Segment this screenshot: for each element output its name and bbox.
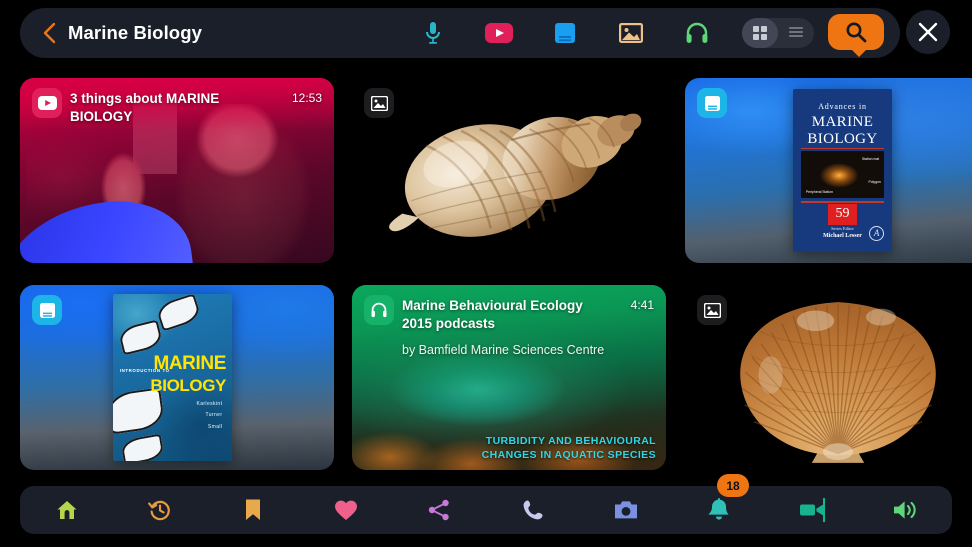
page-title: Marine Biology (68, 22, 202, 44)
image-icon (371, 96, 388, 111)
filter-youtube[interactable] (466, 8, 532, 58)
image-thumbnail (685, 285, 972, 470)
book-cover-photo: Station mat Polygon Peripheral Station (801, 151, 884, 198)
book-cover-line2: MARINE (793, 115, 892, 130)
podcast-caption-line1: TURBIDITY AND BEHAVIOURAL (482, 434, 656, 448)
card-badge-podcast (364, 295, 394, 325)
nav-video-call[interactable] (766, 486, 859, 534)
publisher-logo-icon: A (869, 226, 884, 241)
filter-book[interactable] (532, 8, 598, 58)
video-camera-icon (799, 501, 825, 519)
image-icon (704, 303, 721, 318)
grid-icon (753, 26, 767, 40)
chevron-left-icon (42, 22, 56, 44)
nav-bookmark[interactable] (206, 486, 299, 534)
nav-camera[interactable] (579, 486, 672, 534)
card-badge-image (364, 88, 394, 118)
result-card-image-scallop[interactable] (685, 285, 972, 470)
whelk-shell-illustration (371, 89, 647, 252)
card-subtitle: by Bamfield Marine Sciences Centre (402, 343, 614, 357)
headphones-icon (685, 21, 709, 45)
book-cover-author-1: Karleskint (196, 401, 222, 407)
result-card-video[interactable]: 3 things about MARINE BIOLOGY 12:53 (20, 78, 334, 263)
view-mode-toggle[interactable] (742, 18, 814, 48)
bottom-navigation-bar: 18 (20, 486, 952, 534)
book-cover-advances: Advances in MARINE BIOLOGY Station mat P… (793, 89, 892, 252)
search-results-overlay: Marine Biology (0, 0, 972, 547)
nav-share[interactable] (393, 486, 486, 534)
nav-home[interactable] (20, 486, 113, 534)
book-cover-author-3: Small (208, 424, 223, 430)
bell-icon (708, 498, 730, 522)
image-icon (618, 22, 644, 44)
result-card-podcast[interactable]: Marine Behavioural Ecology 2015 podcasts… (352, 285, 666, 470)
phone-icon (521, 498, 545, 522)
card-duration: 4:41 (631, 298, 654, 312)
book-cover-volume: 59 (828, 204, 858, 225)
podcast-caption-line2: CHANGES IN AQUATIC SPECIES (482, 448, 656, 462)
photo-label-station-mat: Station mat (862, 157, 879, 161)
youtube-icon (38, 96, 57, 110)
card-badge-book (697, 88, 727, 118)
nav-volume[interactable] (859, 486, 952, 534)
list-view-button[interactable] (778, 18, 814, 48)
card-badge-book (32, 295, 62, 325)
filter-image[interactable] (598, 8, 664, 58)
result-card-image-whelk[interactable] (352, 78, 666, 263)
nav-history[interactable] (113, 486, 206, 534)
notification-badge: 18 (717, 474, 749, 497)
microphone-icon (423, 20, 443, 46)
search-bubble-tail (852, 50, 866, 57)
camera-icon (613, 499, 639, 521)
search-header-bar: Marine Biology (20, 8, 900, 58)
nav-favorites[interactable] (300, 486, 393, 534)
text-cursor (823, 498, 825, 522)
card-title: 3 things about MARINE BIOLOGY (70, 90, 282, 126)
card-badge-youtube (32, 88, 62, 118)
book-icon (39, 302, 56, 319)
photo-label-polygon: Polygon (869, 180, 881, 184)
nav-notifications[interactable]: 18 (672, 486, 765, 534)
filter-microphone[interactable] (400, 8, 466, 58)
nav-phone[interactable] (486, 486, 579, 534)
book-icon (553, 21, 577, 45)
podcast-caption: TURBIDITY AND BEHAVIOURAL CHANGES IN AQU… (482, 434, 656, 462)
book-cover-rule-bottom (801, 201, 884, 203)
book-cover-author-2: Turner (205, 412, 222, 418)
share-icon (427, 498, 451, 522)
book-icon (704, 95, 721, 112)
card-duration: 12:53 (292, 91, 322, 105)
results-grid: 3 things about MARINE BIOLOGY 12:53 (0, 78, 972, 476)
speaker-icon (892, 499, 918, 521)
image-thumbnail (352, 78, 666, 263)
card-title: Marine Behavioural Ecology 2015 podcasts (402, 297, 614, 333)
heart-icon (334, 499, 358, 521)
home-icon (55, 498, 79, 522)
result-card-book-advances[interactable]: Advances in MARINE BIOLOGY Station mat P… (685, 78, 972, 263)
headphones-icon (370, 301, 388, 319)
book-cover-rule-top (801, 148, 884, 150)
close-icon (917, 21, 939, 43)
search-button[interactable] (828, 14, 884, 52)
back-button[interactable] (38, 20, 60, 46)
list-icon (789, 26, 803, 40)
history-icon (148, 498, 172, 522)
book-cover-introduction: INTRODUCTION TO MARINE BIOLOGY Karleskin… (113, 294, 232, 461)
filter-headphones[interactable] (664, 8, 730, 58)
search-icon (845, 21, 867, 43)
grid-view-button[interactable] (742, 18, 778, 48)
search-bubble (828, 14, 884, 50)
book-cover-line3: BIOLOGY (150, 376, 226, 396)
close-button[interactable] (906, 10, 950, 54)
book-cover-line3: BIOLOGY (793, 131, 892, 148)
book-cover-line2: MARINE (153, 354, 226, 373)
photo-label-peripheral-station: Peripheral Station (806, 190, 833, 194)
scallop-shell-illustration (709, 289, 967, 467)
book-cover-line1: Advances in (793, 102, 892, 111)
result-card-book-introduction[interactable]: INTRODUCTION TO MARINE BIOLOGY Karleskin… (20, 285, 334, 470)
filter-icon-row (400, 8, 900, 58)
card-badge-image (697, 295, 727, 325)
bookmark-icon (244, 498, 262, 522)
youtube-icon (485, 23, 513, 43)
